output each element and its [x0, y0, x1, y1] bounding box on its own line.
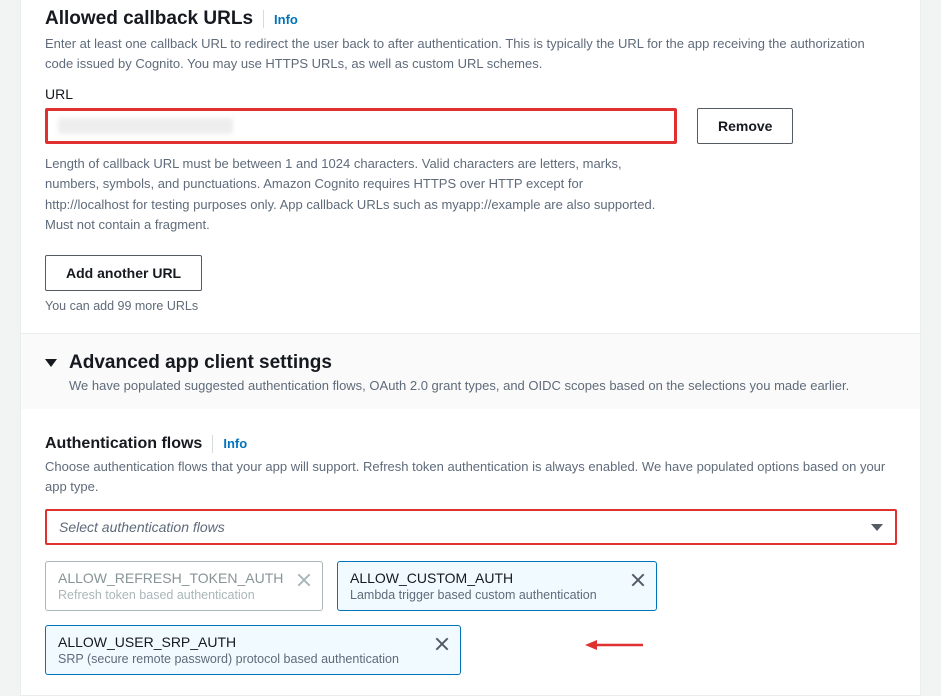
chip-title: ALLOW_REFRESH_TOKEN_AUTH	[58, 570, 282, 586]
chip-sub: Lambda trigger based custom authenticati…	[350, 588, 616, 602]
chip-sub: Refresh token based authentication	[58, 588, 282, 602]
chip-sub: SRP (secure remote password) protocol ba…	[58, 652, 420, 666]
url-row: Remove	[45, 108, 896, 144]
url-label: URL	[45, 86, 896, 102]
callback-title: Allowed callback URLs	[45, 8, 253, 30]
close-icon[interactable]	[434, 636, 450, 652]
caret-down-icon	[45, 359, 57, 367]
auth-flows-select[interactable]: Select authentication flows	[45, 509, 897, 545]
divider	[212, 435, 213, 453]
redacted-url-value	[58, 118, 233, 134]
advanced-title: Advanced app client settings	[69, 352, 332, 374]
auth-info-link[interactable]: Info	[223, 436, 247, 451]
auth-flows-chips: ALLOW_REFRESH_TOKEN_AUTH Refresh token b…	[45, 561, 896, 675]
url-remaining: You can add 99 more URLs	[45, 299, 896, 313]
chip-allow-refresh-token-auth: ALLOW_REFRESH_TOKEN_AUTH Refresh token b…	[45, 561, 323, 611]
callback-urls-section: Allowed callback URLs Info Enter at leas…	[20, 0, 921, 334]
advanced-settings-section: Advanced app client settings We have pop…	[20, 334, 921, 409]
caret-down-icon	[871, 524, 883, 531]
close-icon	[296, 572, 312, 588]
close-icon[interactable]	[630, 572, 646, 588]
annotation-arrow-icon	[585, 639, 645, 651]
chip-title: ALLOW_CUSTOM_AUTH	[350, 570, 616, 586]
remove-url-button[interactable]: Remove	[697, 108, 793, 144]
advanced-toggle[interactable]: Advanced app client settings	[45, 352, 896, 374]
auth-flows-section: Authentication flows Info Choose authent…	[20, 409, 921, 696]
divider	[263, 10, 264, 28]
auth-header: Authentication flows Info	[45, 435, 896, 453]
auth-desc: Choose authentication flows that your ap…	[45, 457, 896, 497]
chip-title: ALLOW_USER_SRP_AUTH	[58, 634, 420, 650]
callback-hint: Length of callback URL must be between 1…	[45, 154, 665, 235]
callback-url-input[interactable]	[45, 108, 677, 144]
auth-title: Authentication flows	[45, 435, 202, 453]
callback-info-link[interactable]: Info	[274, 12, 298, 27]
advanced-desc: We have populated suggested authenticati…	[69, 378, 896, 393]
chip-allow-user-srp-auth[interactable]: ALLOW_USER_SRP_AUTH SRP (secure remote p…	[45, 625, 461, 675]
add-another-url-button[interactable]: Add another URL	[45, 255, 202, 291]
chip-allow-custom-auth[interactable]: ALLOW_CUSTOM_AUTH Lambda trigger based c…	[337, 561, 657, 611]
callback-desc: Enter at least one callback URL to redir…	[45, 34, 896, 74]
callback-header: Allowed callback URLs Info	[45, 8, 896, 30]
select-placeholder: Select authentication flows	[59, 519, 225, 535]
